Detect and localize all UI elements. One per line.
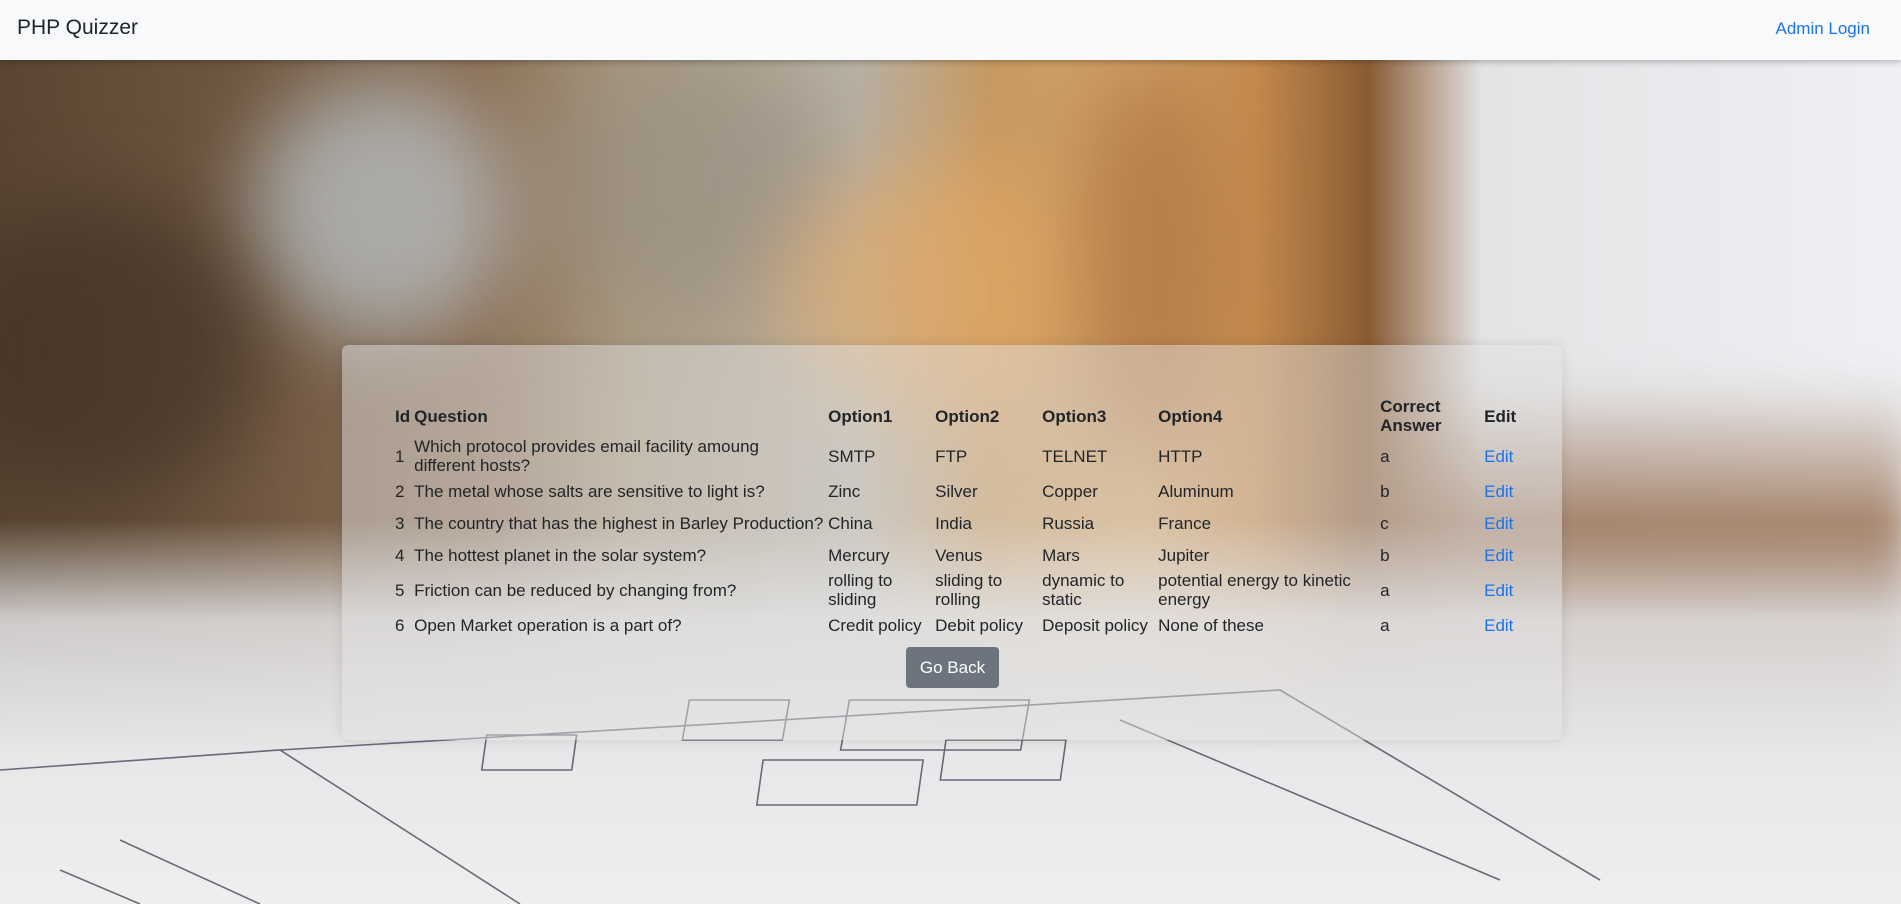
cell-option3: TELNET <box>1042 446 1108 466</box>
header-question: Question <box>414 406 488 426</box>
header-edit: Edit <box>1484 406 1517 426</box>
edit-link[interactable]: Edit <box>1484 616 1513 635</box>
cell-id: 3 <box>395 513 405 533</box>
cell-option2: Venus <box>935 545 983 565</box>
header-option3: Option3 <box>1042 406 1107 426</box>
cell-edit: Edit <box>1482 539 1546 571</box>
header-correct-answer: Correct Answer <box>1380 397 1442 435</box>
table-row: 3 The country that has the highest in Ba… <box>393 507 1546 539</box>
cell-option1: SMTP <box>828 446 876 466</box>
cell-edit: Edit <box>1482 609 1546 641</box>
cell-option4: France <box>1158 513 1212 533</box>
cell-option2: sliding to rolling <box>935 571 1003 609</box>
cell-edit: Edit <box>1482 507 1546 539</box>
edit-link[interactable]: Edit <box>1484 482 1513 501</box>
go-back-button[interactable]: Go Back <box>906 647 999 688</box>
cell-option2: FTP <box>935 446 968 466</box>
cell-question: Which protocol provides email facility a… <box>414 437 759 475</box>
table-header-row: Id Question Option1 Option2 Option3 Opti… <box>393 395 1546 437</box>
cell-correct-answer: b <box>1380 545 1390 565</box>
cell-option3: Mars <box>1042 545 1080 565</box>
cell-id: 2 <box>395 481 405 501</box>
questions-panel: Id Question Option1 Option2 Option3 Opti… <box>342 345 1562 740</box>
cell-option4: HTTP <box>1158 446 1203 466</box>
cell-option3: Russia <box>1042 513 1095 533</box>
cell-option3: dynamic to static <box>1042 571 1125 609</box>
cell-id: 1 <box>395 446 405 466</box>
cell-question: Friction can be reduced by changing from… <box>414 580 737 600</box>
cell-correct-answer: a <box>1380 615 1390 635</box>
cell-option4: None of these <box>1158 615 1264 635</box>
cell-option4: potential energy to kinetic energy <box>1158 571 1351 609</box>
table-row: 2 The metal whose salts are sensitive to… <box>393 475 1546 507</box>
cell-option2: Debit policy <box>935 615 1023 635</box>
cell-id: 6 <box>395 615 405 635</box>
header-option1: Option1 <box>828 406 893 426</box>
edit-link[interactable]: Edit <box>1484 581 1513 600</box>
cell-option2: Silver <box>935 481 978 501</box>
brand-title[interactable]: PHP Quizzer <box>17 16 138 40</box>
cell-correct-answer: c <box>1380 513 1389 533</box>
cell-correct-answer: a <box>1380 446 1390 466</box>
edit-link[interactable]: Edit <box>1484 546 1513 565</box>
cell-option4: Jupiter <box>1158 545 1210 565</box>
cell-id: 4 <box>395 545 405 565</box>
cell-edit: Edit <box>1482 437 1546 475</box>
cell-option1: rolling to sliding <box>828 571 893 609</box>
table-row: 5 Friction can be reduced by changing fr… <box>393 571 1546 609</box>
cell-question: Open Market operation is a part of? <box>414 615 682 635</box>
questions-table: Id Question Option1 Option2 Option3 Opti… <box>393 395 1546 641</box>
edit-link[interactable]: Edit <box>1484 514 1513 533</box>
cell-id: 5 <box>395 580 405 600</box>
cell-option1: Credit policy <box>828 615 922 635</box>
cell-edit: Edit <box>1482 475 1546 507</box>
header-id: Id <box>395 406 411 426</box>
cell-edit: Edit <box>1482 571 1546 609</box>
table-row: 4 The hottest planet in the solar system… <box>393 539 1546 571</box>
cell-question: The hottest planet in the solar system? <box>414 545 707 565</box>
cell-option1: Mercury <box>828 545 890 565</box>
navbar: PHP Quizzer Admin Login <box>0 0 1901 60</box>
cell-question: The metal whose salts are sensitive to l… <box>414 481 765 501</box>
cell-correct-answer: a <box>1380 580 1390 600</box>
cell-option3: Copper <box>1042 481 1098 501</box>
admin-login-link[interactable]: Admin Login <box>1775 19 1870 39</box>
cell-correct-answer: b <box>1380 481 1390 501</box>
cell-option2: India <box>935 513 972 533</box>
table-row: 1 Which protocol provides email facility… <box>393 437 1546 475</box>
cell-option1: China <box>828 513 873 533</box>
edit-link[interactable]: Edit <box>1484 447 1513 466</box>
header-option4: Option4 <box>1158 406 1223 426</box>
header-option2: Option2 <box>935 406 1000 426</box>
cell-option3: Deposit policy <box>1042 615 1148 635</box>
table-row: 6 Open Market operation is a part of? Cr… <box>393 609 1546 641</box>
cell-option4: Aluminum <box>1158 481 1234 501</box>
cell-question: The country that has the highest in Barl… <box>414 513 824 533</box>
cell-option1: Zinc <box>828 481 861 501</box>
